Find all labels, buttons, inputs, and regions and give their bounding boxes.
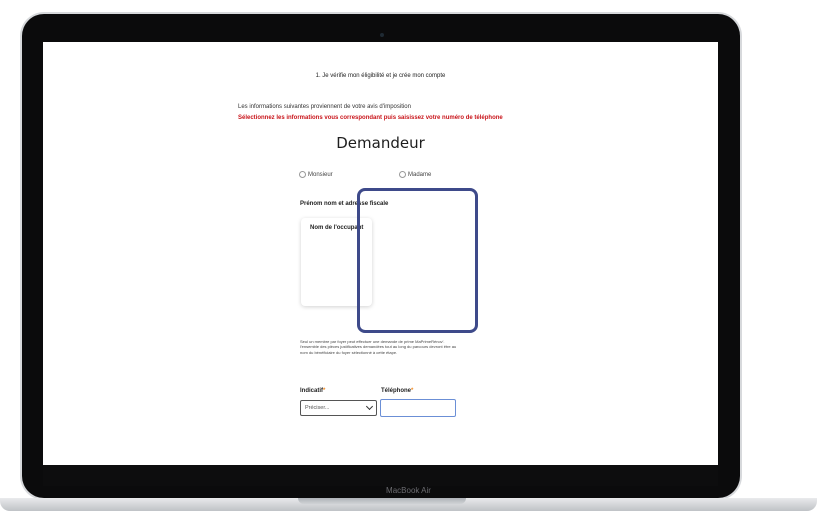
indicatif-select[interactable]: Préciser... xyxy=(300,400,377,416)
radio-button-icon[interactable] xyxy=(299,171,306,178)
laptop-base-notch xyxy=(298,498,466,504)
indicatif-select-value: Préciser... xyxy=(305,405,330,411)
indicatif-label: Indicatif* xyxy=(300,388,325,394)
notice-text: Seul un membre par foyer peut effectuer … xyxy=(300,339,457,355)
radio-monsieur-label: Monsieur xyxy=(308,171,333,178)
laptop-brand: MacBook Air xyxy=(386,486,431,495)
indicatif-label-text: Indicatif xyxy=(300,388,324,394)
radio-madame-label: Madame xyxy=(408,171,432,178)
radio-monsieur[interactable]: Monsieur xyxy=(299,171,333,178)
highlight-box xyxy=(357,188,478,333)
warning-text: Sélectionnez les informations vous corre… xyxy=(238,115,503,121)
radio-madame[interactable]: Madame xyxy=(399,171,431,178)
laptop-screen: 1. Je vérifie mon éligibilité et je crée… xyxy=(43,42,718,465)
info-text: Les informations suivantes proviennent d… xyxy=(238,104,411,110)
telephone-label: Téléphone* xyxy=(381,388,413,394)
chevron-down-icon xyxy=(365,402,374,411)
webcam-icon xyxy=(380,33,384,37)
telephone-input[interactable] xyxy=(380,399,456,417)
telephone-label-text: Téléphone xyxy=(381,388,412,394)
required-mark: * xyxy=(411,388,414,394)
required-mark: * xyxy=(323,388,326,394)
radio-button-icon[interactable] xyxy=(399,171,406,178)
laptop-bezel xyxy=(43,465,718,486)
step-title: 1. Je vérifie mon éligibilité et je crée… xyxy=(315,73,446,79)
page-heading: Demandeur xyxy=(336,134,425,152)
